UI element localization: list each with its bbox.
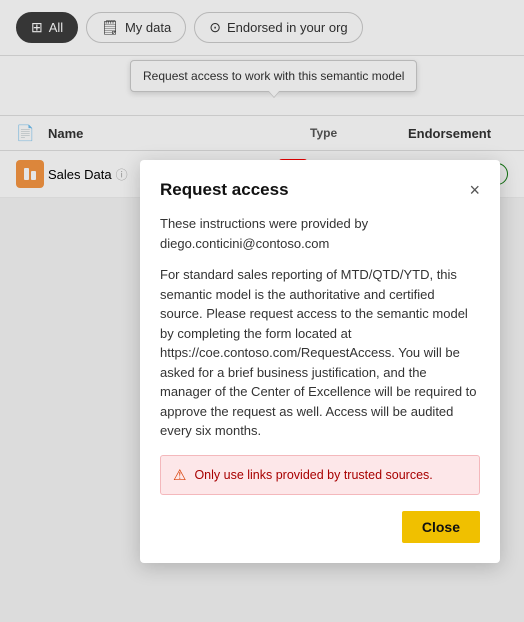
modal-instructions-text: These instructions were provided by dieg… bbox=[160, 214, 480, 253]
request-access-modal: Request access × These instructions were… bbox=[140, 160, 500, 563]
modal-body: These instructions were provided by dieg… bbox=[160, 214, 480, 441]
warning-banner: ⚠ Only use links provided by trusted sou… bbox=[160, 455, 480, 495]
warning-text: Only use links provided by trusted sourc… bbox=[194, 468, 432, 482]
modal-description-text: For standard sales reporting of MTD/QTD/… bbox=[160, 265, 480, 441]
modal-title: Request access bbox=[160, 180, 289, 200]
warning-icon: ⚠ bbox=[173, 466, 186, 484]
close-button[interactable]: Close bbox=[402, 511, 480, 543]
modal-close-button[interactable]: × bbox=[469, 181, 480, 199]
modal-header: Request access × bbox=[160, 180, 480, 200]
modal-footer: Close bbox=[160, 511, 480, 543]
